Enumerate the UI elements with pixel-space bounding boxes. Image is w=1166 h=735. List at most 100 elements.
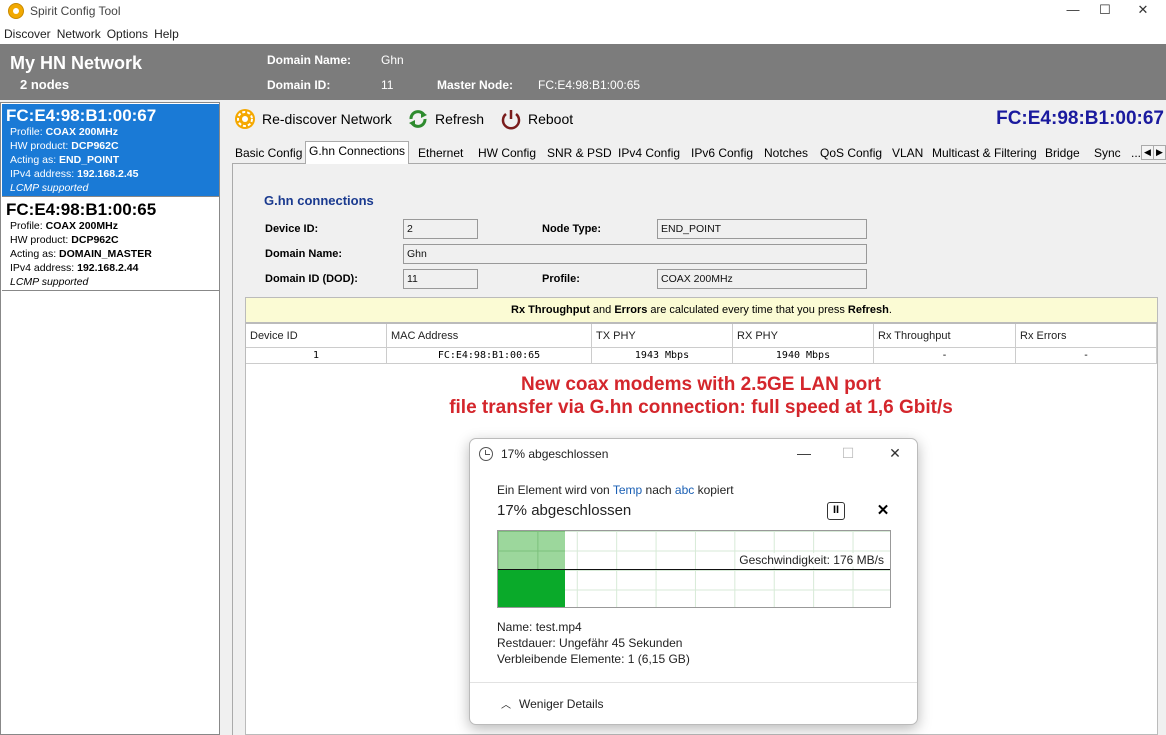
progress-fill-light: [498, 531, 565, 569]
node-type-field: END_POINT: [657, 219, 867, 239]
tab-ghn-connections[interactable]: G.hn Connections: [305, 141, 410, 165]
menu-network[interactable]: Network: [53, 24, 103, 41]
node-item[interactable]: FC:E4:98:B1:00:65 Profile: COAX 200MHz H…: [2, 198, 219, 291]
speed-label: Geschwindigkeit: 176 MB/s: [738, 553, 885, 567]
remaining-time: Ungefähr 45 Sekunden: [559, 636, 683, 650]
dialog-minimize-button[interactable]: —: [792, 444, 816, 464]
rediscover-label: Re-discover Network: [262, 111, 392, 127]
node-acting-label: Acting as:: [10, 248, 57, 260]
col-rx-errors[interactable]: Rx Errors: [1016, 324, 1157, 348]
table-cell[interactable]: 1943 Mbps: [592, 348, 733, 364]
node-profile-label: Profile:: [10, 220, 43, 232]
title-bar: Spirit Config Tool — ☐ ✕: [0, 0, 1166, 24]
node-profile: COAX 200MHz: [45, 220, 118, 232]
node-ip: 192.168.2.45: [77, 168, 139, 180]
node-profile: COAX 200MHz: [45, 126, 118, 138]
pause-button[interactable]: II: [827, 502, 845, 520]
copy-progress-dialog: 17% abgeschlossen — ☐ ✕ Ein Element wird…: [469, 438, 918, 725]
node-profile-label: Profile:: [10, 126, 43, 138]
file-name: test.mp4: [535, 620, 582, 634]
tab-hw-config[interactable]: HW Config: [475, 144, 539, 164]
node-ip-label: IPv4 address:: [10, 262, 75, 274]
col-device-id[interactable]: Device ID: [246, 324, 387, 348]
remaining-items-label: Verbleibende Elemente:: [497, 652, 625, 666]
copy-destination-link[interactable]: abc: [675, 483, 694, 497]
table-cell[interactable]: 1: [246, 348, 387, 364]
section-title: G.hn connections: [264, 193, 374, 208]
network-header: My HN Network 2 nodes Domain Name: Ghn D…: [0, 44, 1166, 100]
tab-scroll-right-icon[interactable]: ▶: [1153, 145, 1166, 160]
tab-bridge[interactable]: Bridge: [1042, 144, 1083, 164]
col-tx-phy[interactable]: TX PHY: [592, 324, 733, 348]
domain-name-label: Domain Name:: [265, 248, 343, 260]
tab-qos-config[interactable]: QoS Config: [817, 144, 885, 164]
selected-node-mac: FC:E4:98:B1:00:67: [996, 108, 1164, 129]
reboot-button[interactable]: Reboot: [500, 106, 573, 132]
node-mac: FC:E4:98:B1:00:65: [6, 200, 157, 219]
tab-multicast-filtering[interactable]: Multicast & Filtering: [929, 144, 1040, 164]
node-acting: END_POINT: [59, 154, 120, 166]
domain-name-value: Ghn: [381, 53, 404, 67]
note-errors: Errors: [614, 304, 648, 316]
domain-id-value: 11: [381, 78, 394, 92]
tab-ipv6-config[interactable]: IPv6 Config: [688, 144, 756, 164]
menu-options[interactable]: Options: [103, 24, 150, 41]
col-mac-address[interactable]: MAC Address: [387, 324, 592, 348]
remaining-time-label: Restdauer:: [497, 636, 556, 650]
node-acting: DOMAIN_MASTER: [59, 248, 152, 260]
nodes-count: 2 nodes: [20, 77, 70, 92]
power-icon: [501, 110, 521, 130]
refresh-button[interactable]: Refresh: [407, 106, 484, 132]
tab-ethernet[interactable]: Ethernet: [415, 144, 466, 164]
file-name-label: Name:: [497, 620, 533, 634]
table-cell[interactable]: -: [874, 348, 1016, 364]
note-text: .: [888, 304, 892, 316]
dialog-close-button[interactable]: ✕: [883, 444, 907, 464]
menu-discover[interactable]: Discover: [0, 24, 53, 41]
tab-basic-config[interactable]: Basic Config: [232, 144, 305, 164]
table-cell[interactable]: -: [1016, 348, 1157, 364]
copy-text: kopiert: [694, 483, 734, 497]
domain-name-field: Ghn: [403, 244, 867, 264]
node-list: FC:E4:98:B1:00:67 Profile: COAX 200MHz H…: [0, 102, 220, 735]
rediscover-button[interactable]: Re-discover Network: [234, 106, 392, 132]
dialog-title: 17% abgeschlossen: [501, 447, 609, 461]
node-item-selected[interactable]: FC:E4:98:B1:00:67 Profile: COAX 200MHz H…: [2, 104, 219, 197]
device-id-field: 2: [403, 219, 478, 239]
node-type-label: Node Type:: [542, 223, 602, 235]
speed-graph: Geschwindigkeit: 176 MB/s: [497, 530, 891, 608]
tab-snr-psd[interactable]: SNR & PSD: [544, 144, 615, 164]
tab-sync[interactable]: Sync: [1091, 144, 1124, 164]
table-cell[interactable]: FC:E4:98:B1:00:65: [387, 348, 592, 364]
tab-vlan[interactable]: VLAN: [889, 144, 926, 164]
node-mac: FC:E4:98:B1:00:67: [6, 106, 157, 125]
note-rx-throughput: Rx Throughput: [511, 304, 590, 316]
col-rx-phy[interactable]: RX PHY: [733, 324, 874, 348]
menu-help[interactable]: Help: [150, 24, 181, 41]
node-lcmp: LCMP supported: [10, 276, 89, 288]
tab-notches[interactable]: Notches: [761, 144, 811, 164]
domain-id-label: Domain ID:: [267, 78, 331, 92]
cancel-button[interactable]: ✕: [874, 502, 892, 520]
reboot-label: Reboot: [528, 111, 574, 127]
master-node-label: Master Node:: [437, 78, 514, 92]
less-details-button[interactable]: ︿ Weniger Details: [501, 696, 603, 711]
node-hw: DCP962C: [71, 140, 119, 152]
col-rx-throughput[interactable]: Rx Throughput: [874, 324, 1016, 348]
dialog-maximize-button[interactable]: ☐: [836, 444, 860, 464]
chevron-up-icon: ︿: [501, 700, 511, 711]
network-title: My HN Network: [10, 53, 143, 73]
progress-fill: [498, 569, 565, 607]
close-button[interactable]: ✕: [1120, 0, 1166, 24]
node-acting-label: Acting as:: [10, 154, 57, 166]
remaining-items: 1 (6,15 GB): [627, 652, 690, 666]
file-name-row: Name: test.mp4: [497, 620, 582, 634]
profile-label: Profile:: [542, 273, 580, 285]
table-cell[interactable]: 1940 Mbps: [733, 348, 874, 364]
less-details-label: Weniger Details: [519, 697, 604, 711]
copy-description: Ein Element wird von Temp nach abc kopie…: [497, 483, 734, 497]
remaining-items-row: Verbleibende Elemente: 1 (6,15 GB): [497, 652, 690, 666]
tab-ipv4-config[interactable]: IPv4 Config: [615, 144, 683, 164]
domain-name-label: Domain Name:: [267, 53, 352, 67]
copy-source-link[interactable]: Temp: [613, 483, 642, 497]
